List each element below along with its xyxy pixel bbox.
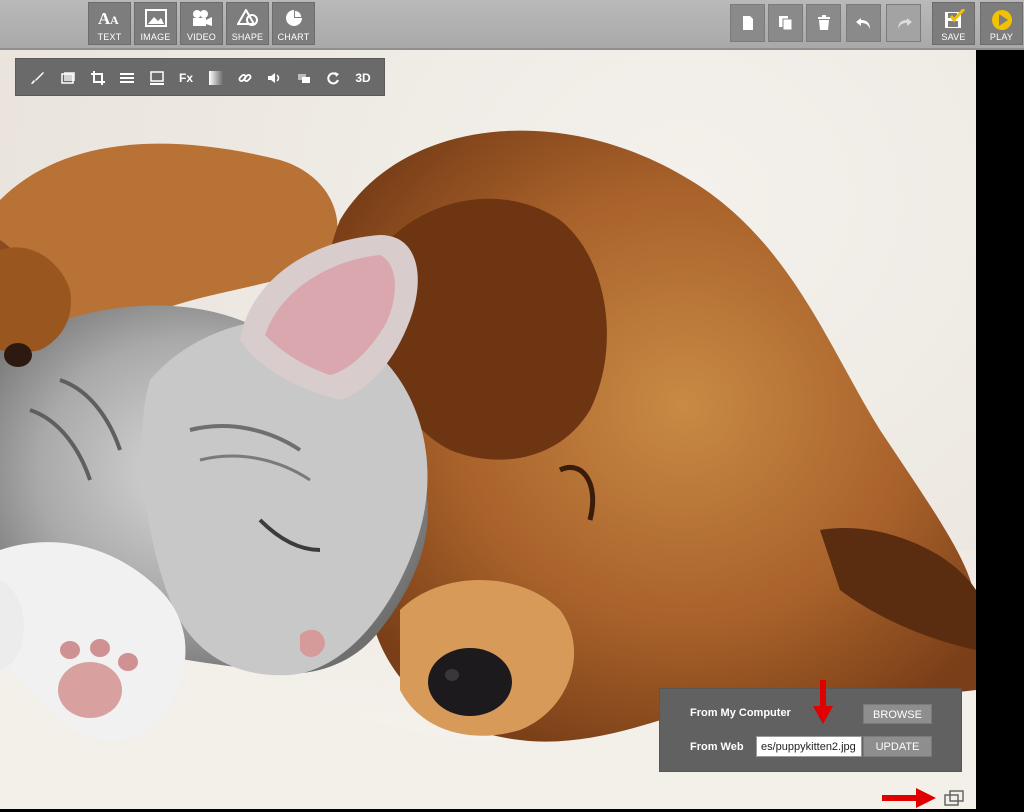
sound-icon [268, 73, 280, 83]
new-page-icon [742, 16, 753, 30]
new-page-button[interactable] [730, 4, 765, 42]
image-source-panel: From My Computer BROWSE From Web UPDATE [659, 688, 962, 772]
insert-shape-button[interactable]: SHAPE [226, 2, 269, 45]
align-icon [120, 73, 134, 83]
image-url-input[interactable] [756, 736, 862, 757]
crop-icon [91, 71, 105, 85]
image-icon [144, 9, 167, 27]
3d-button[interactable]: 3D [353, 68, 373, 88]
duplicate-page-button[interactable] [768, 4, 803, 42]
text-icon: A A [98, 9, 119, 27]
resize-icon [944, 790, 964, 806]
insert-chart-label: CHART [277, 32, 310, 42]
svg-text:A: A [110, 13, 119, 27]
red-arrow-right-icon [882, 788, 936, 808]
pie-chart-icon [285, 10, 302, 26]
play-button[interactable]: PLAY [980, 2, 1023, 45]
insert-chart-button[interactable]: CHART [272, 2, 315, 45]
from-web-label: From Web [690, 741, 744, 753]
layer-order-button[interactable] [294, 68, 314, 88]
effects-button[interactable]: Fx [176, 68, 196, 88]
duplicate-page-icon [778, 16, 792, 31]
replace-image-button[interactable] [58, 68, 78, 88]
border-button[interactable] [147, 68, 167, 88]
trash-icon [817, 15, 830, 30]
layer-order-icon [298, 74, 310, 83]
insert-text-label: TEXT [97, 32, 122, 42]
from-computer-label: From My Computer [690, 707, 791, 719]
redo-button[interactable] [886, 4, 921, 42]
image-edit-toolbar: Fx 3D [15, 58, 385, 96]
brush-icon [31, 72, 44, 84]
insert-text-button[interactable]: A A TEXT [88, 2, 131, 45]
gradient-button[interactable] [206, 68, 226, 88]
save-button[interactable]: SAVE [932, 2, 975, 45]
update-button[interactable]: UPDATE [863, 736, 932, 757]
delete-button[interactable] [806, 4, 841, 42]
right-gutter [976, 50, 1024, 809]
crop-button[interactable] [88, 68, 108, 88]
video-camera-icon [192, 10, 212, 26]
border-icon [150, 71, 164, 85]
sound-button[interactable] [264, 68, 284, 88]
gradient-icon [209, 71, 223, 85]
play-icon [991, 10, 1012, 30]
insert-video-label: VIDEO [186, 32, 216, 42]
link-button[interactable] [235, 68, 255, 88]
shape-icon [236, 9, 258, 26]
resize-handle[interactable] [944, 790, 966, 807]
browse-button[interactable]: BROWSE [863, 704, 932, 724]
undo-icon [855, 18, 870, 29]
insert-image-button[interactable]: IMAGE [134, 2, 177, 45]
undo-button[interactable] [846, 4, 881, 42]
link-icon [238, 74, 252, 82]
main-toolbar: A A TEXT IMAGE VIDEO SHAPE CHART SAVE PL… [0, 0, 1024, 50]
play-label: PLAY [989, 32, 1014, 42]
red-arrow-down-icon [813, 680, 833, 724]
save-icon [944, 9, 965, 28]
insert-shape-label: SHAPE [231, 32, 264, 42]
redo-icon [897, 18, 912, 29]
image-swap-icon [61, 72, 75, 84]
insert-image-label: IMAGE [140, 32, 171, 42]
save-label: SAVE [941, 32, 966, 42]
rotate-icon [327, 72, 339, 85]
align-button[interactable] [117, 68, 137, 88]
insert-video-button[interactable]: VIDEO [180, 2, 223, 45]
brush-button[interactable] [28, 68, 48, 88]
rotate-button[interactable] [323, 68, 343, 88]
